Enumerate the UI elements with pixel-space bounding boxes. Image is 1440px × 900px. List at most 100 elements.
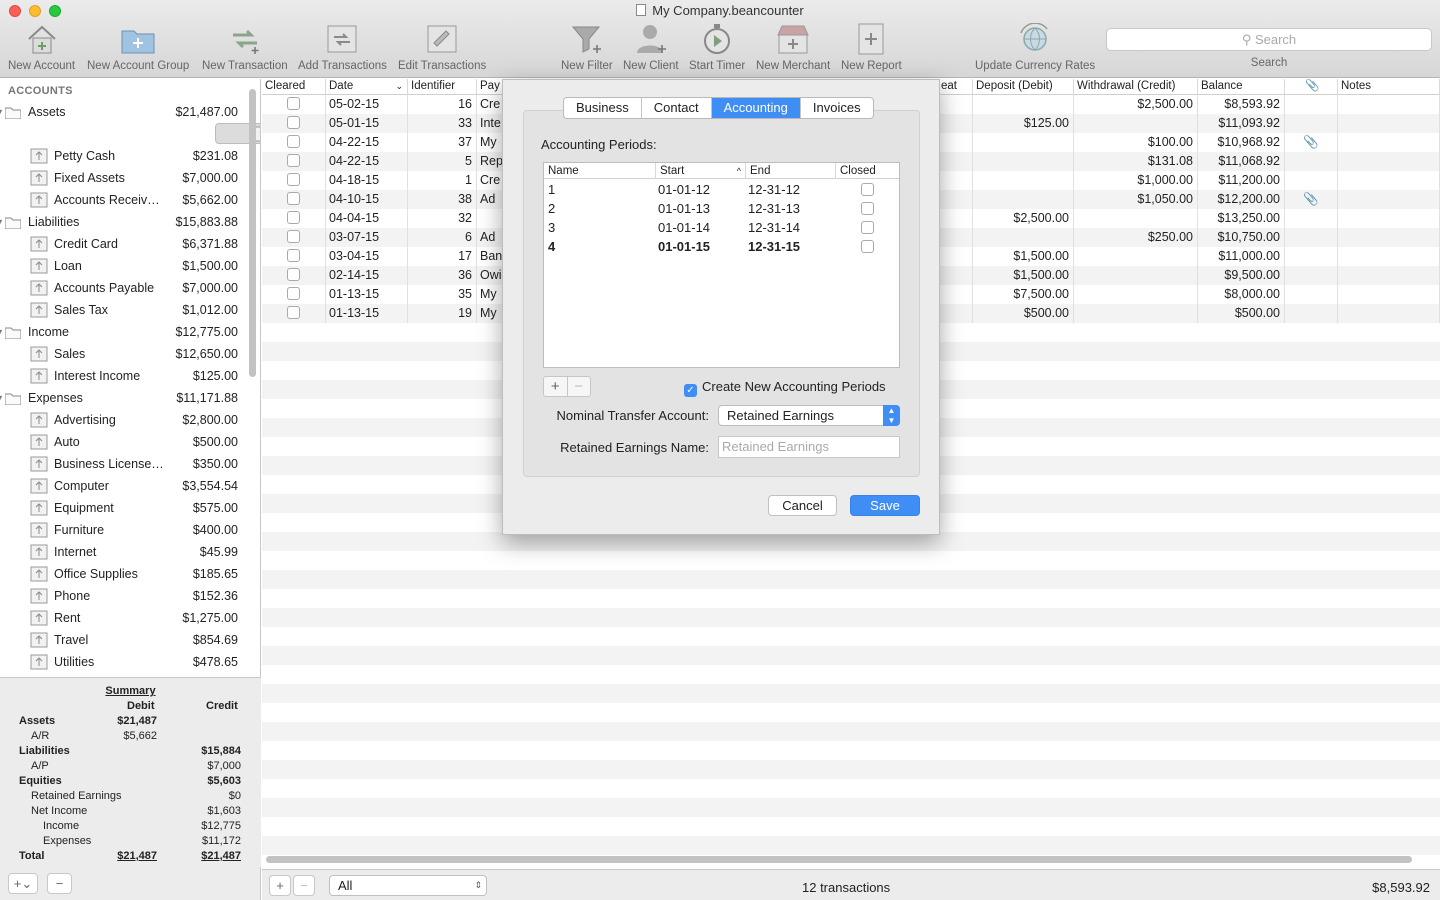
create-new-periods-checkbox[interactable]: ✓ Create New Accounting Periods (684, 379, 886, 397)
account-row[interactable]: Office Supplies $185.65 (0, 563, 246, 585)
sidebar-scrollbar[interactable] (249, 89, 256, 377)
period-closed-checkbox[interactable] (861, 202, 874, 215)
update-currency-rates-button[interactable]: Update Currency Rates (975, 22, 1095, 74)
cleared-checkbox[interactable] (287, 306, 300, 319)
balance-cell: $10,968.92 (1198, 133, 1285, 152)
period-row[interactable]: 2 01-01-13 12-31-13 (544, 199, 899, 218)
cleared-checkbox[interactable] (287, 135, 300, 148)
account-row[interactable]: Travel $854.69 (0, 629, 246, 651)
account-row[interactable]: Sales $12,650.00 (0, 343, 246, 365)
period-closed-checkbox[interactable] (861, 240, 874, 253)
col-withdrawal[interactable]: Withdrawal (Credit) (1074, 79, 1198, 95)
cleared-checkbox[interactable] (287, 173, 300, 186)
tab-accounting[interactable]: Accounting (711, 98, 801, 118)
transaction-filter-popup[interactable]: All ⇕ (329, 875, 487, 896)
new-client-button[interactable]: New Client (623, 22, 679, 74)
col-attachment[interactable]: 📎 (1285, 79, 1338, 95)
cleared-checkbox[interactable] (287, 268, 300, 281)
account-row[interactable]: Business Licenses/... $350.00 (0, 453, 246, 475)
cancel-button[interactable]: Cancel (768, 495, 837, 516)
notes-cell (1338, 152, 1440, 171)
deposit-cell (973, 171, 1074, 190)
new-filter-button[interactable]: New Filter (561, 22, 613, 74)
period-row[interactable]: 4 01-01-15 12-31-15 (544, 237, 899, 256)
add-account-menu-button[interactable]: +⌄ (8, 873, 38, 894)
col-identifier[interactable]: Identifier (408, 79, 477, 95)
add-period-button[interactable]: + (544, 377, 568, 396)
cleared-checkbox[interactable] (287, 192, 300, 205)
new-account-button[interactable]: New Account (8, 22, 75, 74)
col-deposit[interactable]: Deposit (Debit) (973, 79, 1074, 95)
cleared-checkbox[interactable] (287, 97, 300, 110)
account-row[interactable]: Phone $152.36 (0, 585, 246, 607)
summary-row: Income $12,775 (0, 820, 261, 835)
period-col-name[interactable]: Name (544, 163, 656, 179)
account-row[interactable]: Rent $1,275.00 (0, 607, 246, 629)
remove-account-button[interactable]: − (47, 873, 72, 894)
search-field[interactable]: ⚲ Search (1106, 28, 1432, 51)
paperclip-icon[interactable]: 📎 (1303, 135, 1319, 149)
account-group-row[interactable]: ▼Assets$21,487.00 (0, 101, 246, 123)
start-timer-button[interactable]: Start Timer (689, 22, 745, 74)
cleared-checkbox[interactable] (287, 154, 300, 167)
account-row[interactable]: Interest Income $125.00 (0, 365, 246, 387)
table-horizontal-scrollbar[interactable] (266, 856, 1412, 863)
account-row[interactable]: Computer $3,554.54 (0, 475, 246, 497)
account-row[interactable]: Accounts Payable $7,000.00 (0, 277, 246, 299)
account-row[interactable]: Furniture $400.00 (0, 519, 246, 541)
new-merchant-button[interactable]: New Merchant (756, 22, 830, 74)
edit-transactions-button[interactable]: Edit Transactions (398, 22, 486, 74)
col-cleared[interactable]: Cleared (262, 79, 326, 95)
tab-contact[interactable]: Contact (642, 98, 712, 118)
cleared-checkbox[interactable] (287, 116, 300, 129)
summary-panel: Summary Debit Credit Assets $21,487 A/R $5,… (0, 677, 261, 867)
period-col-end[interactable]: End (746, 163, 836, 179)
new-account-group-button[interactable]: New Account Group (87, 22, 189, 74)
tab-invoices[interactable]: Invoices (801, 98, 873, 118)
period-row[interactable]: 3 01-01-14 12-31-14 (544, 218, 899, 237)
account-balance: $7,000.00 (182, 281, 238, 295)
paperclip-icon[interactable]: 📎 (1303, 192, 1319, 206)
col-repeat[interactable]: eat (938, 79, 973, 95)
retained-earnings-name-field[interactable]: Retained Earnings (718, 436, 900, 458)
account-row[interactable]: Internet $45.99 (0, 541, 246, 563)
account-row[interactable]: Auto $500.00 (0, 431, 246, 453)
balance-cell: $11,068.92 (1198, 152, 1285, 171)
add-transactions-button[interactable]: Add Transactions (298, 22, 387, 74)
new-report-button[interactable]: New Report (841, 22, 902, 74)
cleared-checkbox[interactable] (287, 249, 300, 262)
account-row[interactable]: Sales Tax $1,012.00 (0, 299, 246, 321)
cleared-checkbox[interactable] (287, 230, 300, 243)
account-row[interactable]: Equipment $575.00 (0, 497, 246, 519)
cleared-checkbox[interactable] (287, 287, 300, 300)
account-group-row[interactable]: ▼Liabilities$15,883.88 (0, 211, 246, 233)
period-row[interactable]: 1 01-01-12 12-31-12 (544, 180, 899, 199)
col-date[interactable]: Date ⌄ (326, 79, 408, 95)
account-row[interactable]: Loan $1,500.00 (0, 255, 246, 277)
account-row[interactable]: Petty Cash $231.08 (0, 145, 246, 167)
account-group-row[interactable]: ▼Income$12,775.00 (0, 321, 246, 343)
deposit-cell (973, 95, 1074, 114)
account-row[interactable]: Advertising $2,800.00 (0, 409, 246, 431)
col-balance[interactable]: Balance (1198, 79, 1285, 95)
account-row[interactable]: Fixed Assets $7,000.00 (0, 167, 246, 189)
remove-period-button[interactable]: − (568, 377, 591, 396)
account-balance: $500.00 (192, 435, 238, 449)
col-notes[interactable]: Notes (1338, 79, 1440, 95)
period-col-closed[interactable]: Closed (836, 163, 899, 179)
new-transaction-button[interactable]: New Transaction (202, 22, 288, 74)
period-col-start[interactable]: Start ^ (656, 163, 746, 179)
save-button[interactable]: Save (850, 495, 920, 516)
period-closed-checkbox[interactable] (861, 221, 874, 234)
account-row[interactable]: Accounts Receivable $5,662.00 (0, 189, 246, 211)
nominal-transfer-popup[interactable]: Retained Earnings ▲ ▼ (718, 405, 900, 426)
account-row[interactable]: Utilities $478.65 (0, 651, 246, 673)
account-group-row[interactable]: ▼Expenses$11,171.88 (0, 387, 246, 409)
cleared-checkbox[interactable] (287, 211, 300, 224)
remove-transaction-button[interactable]: − (293, 875, 315, 896)
tab-business[interactable]: Business (564, 98, 642, 118)
report-plus-icon (851, 22, 891, 56)
add-transaction-button[interactable]: + (269, 875, 291, 896)
period-closed-checkbox[interactable] (861, 183, 874, 196)
account-row[interactable]: Credit Card $6,371.88 (0, 233, 246, 255)
